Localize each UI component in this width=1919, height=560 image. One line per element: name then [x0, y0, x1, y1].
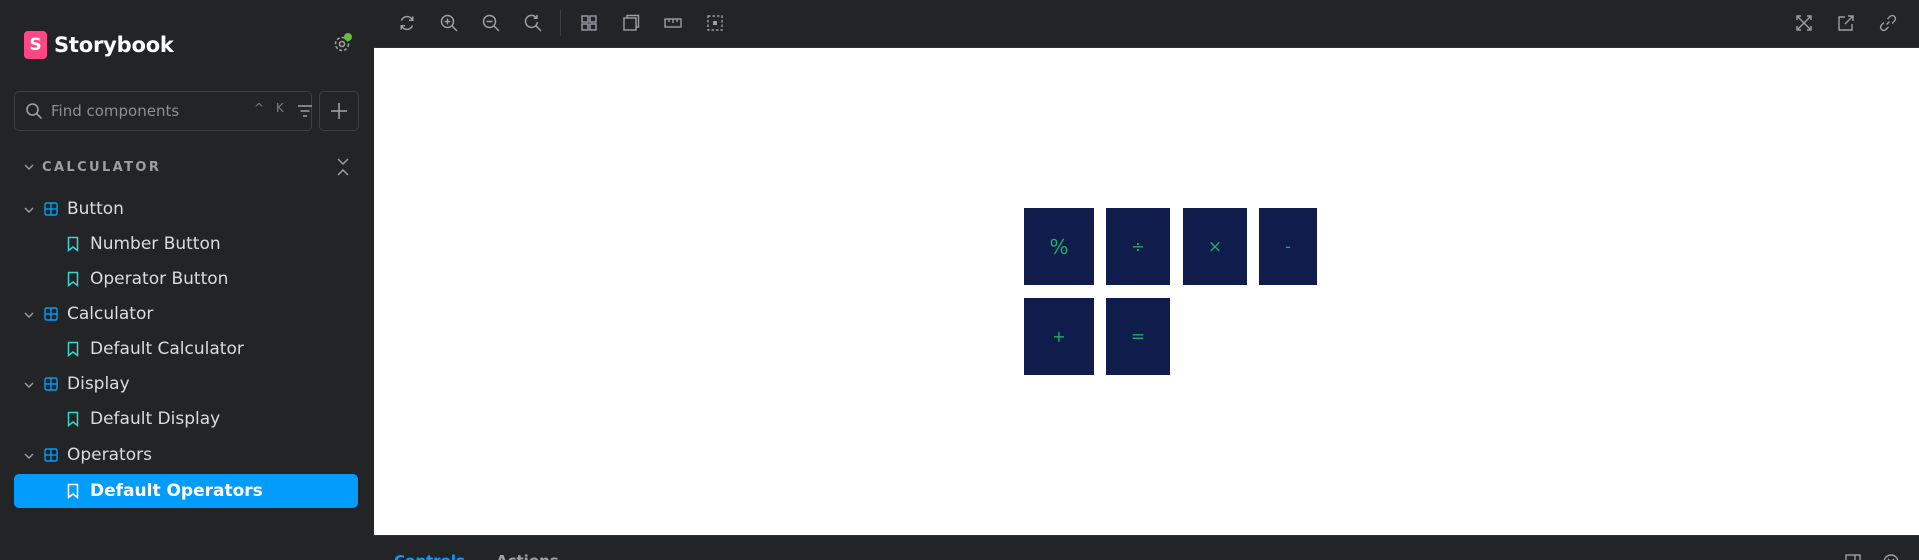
sidebar-item-number-button[interactable]: Number Button — [14, 227, 358, 261]
sidebar-item-button[interactable]: Button — [14, 192, 358, 226]
chevron-down-icon — [24, 453, 34, 459]
zoom-reset-button[interactable] — [522, 12, 544, 34]
search-shortcut: ^ K — [254, 101, 288, 115]
remount-button[interactable] — [396, 12, 418, 34]
copy-link-icon — [1879, 14, 1897, 32]
measure-button[interactable] — [662, 12, 684, 34]
sidebar-item-display[interactable]: Display — [14, 367, 358, 401]
background-button[interactable] — [620, 12, 642, 34]
filter-icon[interactable] — [297, 103, 313, 119]
plus-icon — [331, 103, 347, 119]
component-icon — [44, 448, 58, 462]
search-input[interactable] — [51, 100, 241, 122]
sidebar-item-operator-button[interactable]: Operator Button — [14, 262, 358, 296]
sidebar-item-label: Operators — [67, 445, 152, 465]
sidebar-item-label: Display — [67, 374, 130, 394]
zoom-in-icon — [440, 14, 458, 32]
sidebar-item-operators[interactable]: Operators — [14, 438, 358, 472]
toolbar — [374, 0, 1919, 48]
operator-button-multiply[interactable]: × — [1183, 208, 1247, 285]
copy-link-button[interactable] — [1877, 12, 1899, 34]
zoom-reset-icon — [524, 14, 542, 32]
sidebar-item-label: Number Button — [90, 234, 221, 254]
chevron-down-icon — [24, 312, 34, 318]
search-box: ^ K — [14, 91, 312, 131]
tab-actions[interactable]: Actions — [496, 552, 559, 560]
toolbar-divider — [560, 10, 561, 36]
remount-icon — [400, 15, 414, 31]
sidebar-item-label: Default Display — [90, 409, 221, 429]
brand[interactable]: S Storybook — [24, 30, 174, 60]
operator-button-divide[interactable]: ÷ — [1106, 208, 1170, 285]
measure-icon — [664, 18, 682, 28]
brand-name: Storybook — [54, 33, 174, 57]
grid-icon — [581, 15, 597, 31]
zoom-out-button[interactable] — [480, 12, 502, 34]
operator-button-plus[interactable]: + — [1024, 298, 1094, 375]
sidebar-item-label: Default Calculator — [90, 339, 244, 359]
grid-button[interactable] — [578, 12, 600, 34]
bookmark-icon — [67, 341, 79, 357]
storybook-logo-icon: S — [24, 31, 47, 59]
fullscreen-button[interactable] — [1793, 12, 1815, 34]
operator-button-percent[interactable]: % — [1024, 208, 1094, 285]
sidebar-item-default-calculator[interactable]: Default Calculator — [14, 332, 358, 366]
component-icon — [44, 202, 58, 216]
bookmark-icon — [67, 236, 79, 252]
bookmark-icon — [67, 483, 79, 499]
tab-controls[interactable]: Controls — [394, 552, 465, 560]
outline-button[interactable] — [704, 12, 726, 34]
search-icon — [26, 103, 42, 119]
bookmark-icon — [67, 271, 79, 287]
panel-orientation-icon[interactable] — [1844, 553, 1862, 560]
zoom-in-button[interactable] — [438, 12, 460, 34]
chevron-down-icon — [24, 382, 34, 388]
open-new-tab-button[interactable] — [1835, 12, 1857, 34]
close-icon[interactable] — [1882, 553, 1900, 560]
sidebar-item-default-display[interactable]: Default Display — [14, 402, 358, 436]
section-title: CALCULATOR — [42, 159, 162, 175]
chevron-down-icon — [24, 207, 34, 213]
component-icon — [44, 377, 58, 391]
bookmark-icon — [67, 411, 79, 427]
sidebar-item-label: Calculator — [67, 304, 154, 324]
addon-panel: Controls Actions — [374, 535, 1919, 560]
operator-button-equals[interactable]: = — [1106, 298, 1170, 375]
sidebar: S Storybook ^ K CALCULATOR — [0, 0, 374, 560]
background-icon — [623, 14, 640, 31]
outline-icon — [707, 15, 723, 31]
sidebar-item-label: Button — [67, 199, 124, 219]
open-new-tab-icon — [1838, 15, 1854, 31]
collapse-all-icon[interactable] — [333, 155, 353, 179]
preview-canvas: % ÷ × - + = — [374, 48, 1919, 535]
operator-button-minus[interactable]: - — [1259, 208, 1317, 285]
sidebar-item-label: Operator Button — [90, 269, 229, 289]
status-dot — [344, 33, 352, 41]
component-icon — [44, 307, 58, 321]
zoom-out-icon — [482, 14, 500, 32]
sidebar-item-label: Default Operators — [90, 481, 263, 501]
chevron-down-icon — [24, 164, 34, 170]
add-story-button[interactable] — [319, 91, 359, 131]
section-header[interactable]: CALCULATOR — [22, 155, 358, 179]
sidebar-item-calculator[interactable]: Calculator — [14, 297, 358, 331]
sidebar-item-default-operators[interactable]: Default Operators — [14, 474, 358, 508]
fullscreen-icon — [1796, 15, 1812, 31]
